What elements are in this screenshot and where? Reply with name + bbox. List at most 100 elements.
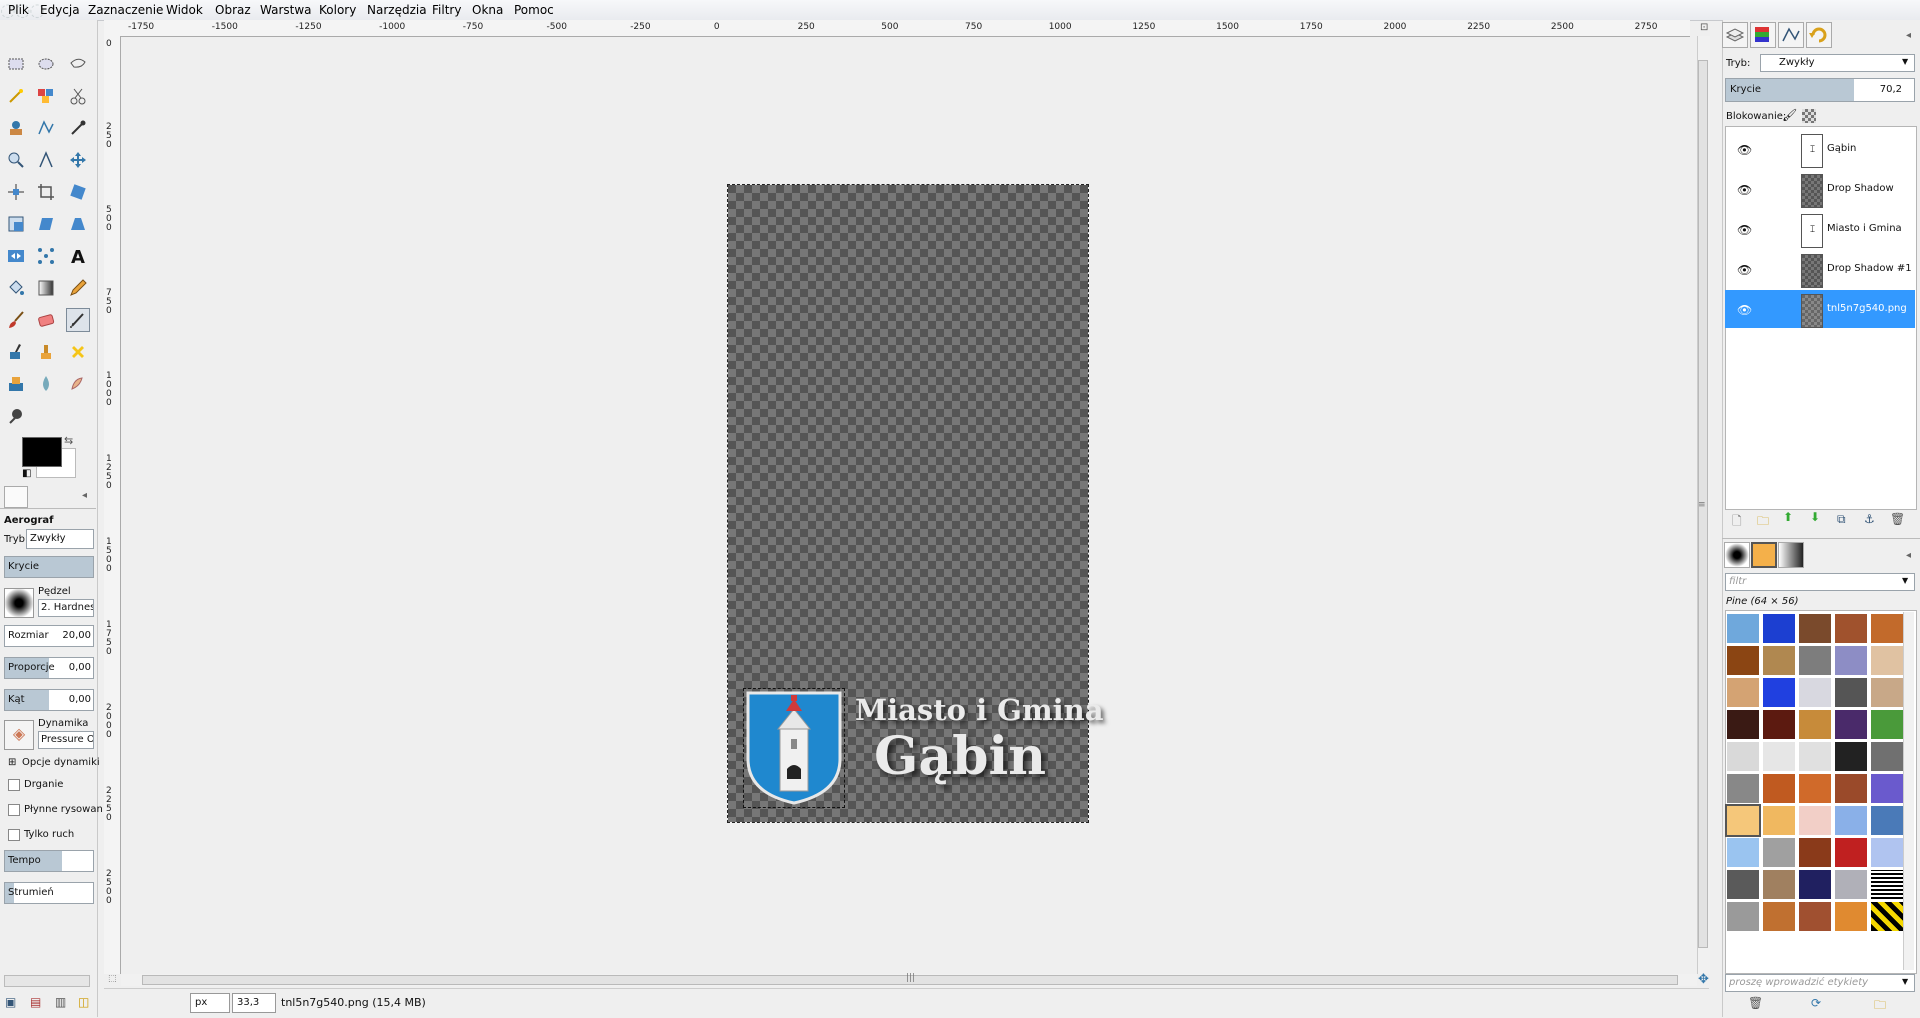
scale-icon[interactable]: [4, 212, 28, 236]
rate-slider[interactable]: Tempo: [4, 850, 94, 872]
paths-icon[interactable]: [34, 116, 58, 140]
refresh-patterns-icon[interactable]: ⟳: [1811, 996, 1821, 1010]
layer-row-drop-shadow-1[interactable]: 👁 Drop Shadow #1: [1725, 250, 1915, 288]
menu-widok[interactable]: Widok: [166, 3, 203, 17]
pattern-swatch[interactable]: [1763, 870, 1795, 899]
rect-select-icon[interactable]: [4, 52, 28, 76]
brush-preview[interactable]: [4, 588, 34, 618]
menu-kolory[interactable]: Kolory: [319, 3, 356, 17]
pattern-swatch[interactable]: [1835, 870, 1867, 899]
smooth-checkbox[interactable]: [8, 804, 20, 816]
raise-layer-icon[interactable]: ⬆: [1783, 510, 1793, 524]
flow-slider[interactable]: Strumień: [4, 882, 94, 904]
layer-row-drop-shadow[interactable]: 👁 Drop Shadow: [1725, 170, 1915, 208]
pattern-swatch[interactable]: [1799, 774, 1831, 803]
pattern-swatch[interactable]: [1763, 774, 1795, 803]
pattern-swatch[interactable]: [1871, 806, 1903, 835]
pattern-swatch[interactable]: [1835, 646, 1867, 675]
scissors-icon[interactable]: [66, 84, 90, 108]
menu-okna[interactable]: Okna: [472, 3, 503, 17]
pattern-swatch[interactable]: [1763, 710, 1795, 739]
text-tool-icon[interactable]: A: [66, 244, 90, 268]
move-icon[interactable]: [66, 148, 90, 172]
ratio-slider[interactable]: Proporcje 0,00: [4, 657, 94, 679]
lasso-icon[interactable]: [66, 52, 90, 76]
layer-row-gabin[interactable]: 👁 𝙸 Gąbin: [1725, 130, 1915, 168]
pattern-swatch[interactable]: [1799, 678, 1831, 707]
pencil-icon[interactable]: [66, 276, 90, 300]
eye-icon[interactable]: 👁: [1737, 263, 1752, 277]
pattern-swatch[interactable]: [1763, 902, 1795, 931]
menu-plik[interactable]: Plik: [8, 3, 29, 17]
pattern-swatch[interactable]: [1763, 838, 1795, 867]
pattern-swatch[interactable]: [1763, 742, 1795, 771]
reset-options-icon[interactable]: ◫: [78, 995, 89, 1009]
eye-icon[interactable]: 👁: [1737, 143, 1752, 157]
menu-pomoc[interactable]: Pomoc: [514, 3, 554, 17]
pattern-swatch[interactable]: [1799, 646, 1831, 675]
pattern-swatch[interactable]: [1727, 646, 1759, 675]
lower-layer-icon[interactable]: ⬇: [1810, 510, 1820, 524]
pattern-swatch[interactable]: [1835, 774, 1867, 803]
restore-options-icon[interactable]: ▤: [30, 995, 41, 1009]
measure-icon[interactable]: [34, 148, 58, 172]
eye-icon[interactable]: 👁: [1737, 223, 1752, 237]
perspective-clone-icon[interactable]: [4, 372, 28, 396]
menu-warstwa[interactable]: Warstwa: [260, 3, 312, 17]
default-colors-icon[interactable]: ◧: [22, 468, 31, 479]
dodge-burn-icon[interactable]: [4, 404, 28, 428]
jitter-checkbox[interactable]: [8, 779, 20, 791]
pattern-swatch[interactable]: [1799, 902, 1831, 931]
pattern-swatch[interactable]: [1871, 870, 1903, 899]
vertical-ruler[interactable]: [104, 36, 121, 974]
perspective-icon[interactable]: [66, 212, 90, 236]
foreground-select-icon[interactable]: [4, 116, 28, 140]
pattern-swatch[interactable]: [1727, 902, 1759, 931]
tab-paths[interactable]: [1778, 22, 1804, 48]
heal-icon[interactable]: [66, 340, 90, 364]
zoom-select[interactable]: 33,3: [232, 993, 276, 1013]
navigate-icon[interactable]: ✥: [1698, 972, 1709, 987]
canvas-text-line1[interactable]: Miasto i Gmina: [855, 693, 1104, 727]
swap-colors-icon[interactable]: ⇆: [64, 434, 73, 447]
filter-dropdown-icon[interactable]: ▼: [1902, 576, 1908, 585]
bucket-fill-icon[interactable]: [4, 276, 28, 300]
flip-icon[interactable]: [4, 244, 28, 268]
delete-options-icon[interactable]: ▥: [55, 995, 66, 1009]
motion-only-checkbox[interactable]: [8, 829, 20, 841]
pattern-swatch[interactable]: [1727, 870, 1759, 899]
blur-icon[interactable]: [34, 372, 58, 396]
dock2-menu-icon[interactable]: ◂: [1906, 550, 1911, 561]
pattern-swatch[interactable]: [1727, 614, 1759, 643]
size-slider[interactable]: Rozmiar 20,00: [4, 625, 94, 647]
delete-pattern-icon[interactable]: 🗑: [1748, 996, 1763, 1010]
airbrush-icon[interactable]: [66, 308, 90, 332]
pattern-swatch[interactable]: [1835, 806, 1867, 835]
pattern-swatch[interactable]: [1763, 614, 1795, 643]
pattern-swatch[interactable]: [1835, 614, 1867, 643]
pattern-swatch[interactable]: [1727, 710, 1759, 739]
pattern-swatch[interactable]: [1835, 742, 1867, 771]
pattern-swatch[interactable]: [1835, 678, 1867, 707]
pattern-swatch[interactable]: [1727, 774, 1759, 803]
gradient-icon[interactable]: [34, 276, 58, 300]
pattern-swatch[interactable]: [1871, 710, 1903, 739]
pattern-swatch[interactable]: [1799, 806, 1831, 835]
rotate-icon[interactable]: [66, 180, 90, 204]
pattern-swatch[interactable]: [1727, 742, 1759, 771]
duplicate-layer-icon[interactable]: ⧉: [1837, 512, 1846, 527]
pattern-swatch[interactable]: [1763, 646, 1795, 675]
pattern-swatch[interactable]: [1835, 838, 1867, 867]
smudge-icon[interactable]: [66, 372, 90, 396]
pattern-swatch[interactable]: [1871, 774, 1903, 803]
foreground-color-front[interactable]: [22, 437, 62, 467]
eraser-icon[interactable]: [34, 308, 58, 332]
tool-options-tab[interactable]: [4, 486, 28, 508]
new-layer-icon[interactable]: 🗋: [1732, 512, 1742, 533]
tags-dropdown-icon[interactable]: ▼: [1902, 977, 1908, 986]
pattern-swatch[interactable]: [1727, 838, 1759, 867]
angle-slider[interactable]: Kąt 0,00: [4, 689, 94, 711]
tab-menu-icon[interactable]: ◂: [82, 490, 87, 501]
pattern-swatch[interactable]: [1763, 678, 1795, 707]
dynamics-options-label[interactable]: Opcje dynamiki: [22, 757, 100, 768]
